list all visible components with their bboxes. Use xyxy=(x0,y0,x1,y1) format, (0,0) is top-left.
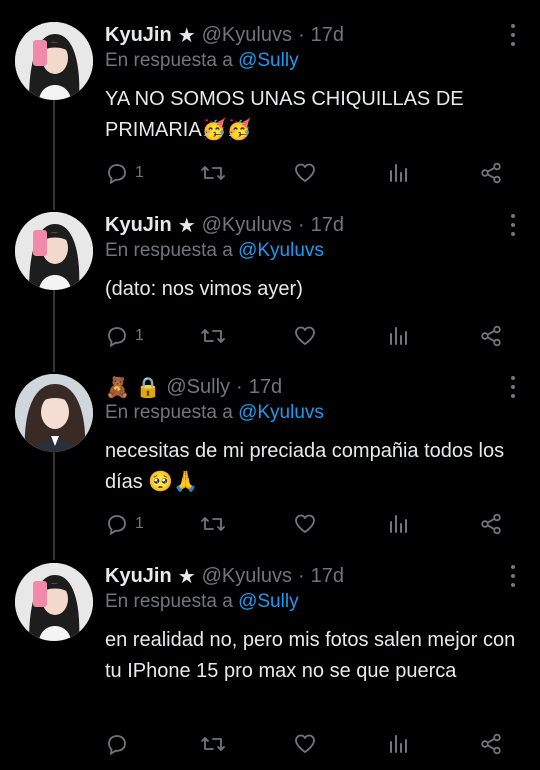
views-button[interactable] xyxy=(388,511,410,537)
reply-count: 1 xyxy=(135,515,144,532)
timestamp[interactable]: 17d xyxy=(311,214,344,237)
more-icon[interactable] xyxy=(510,376,516,398)
tweet-header: KyuJin ★ @Kyuluvs · 17d xyxy=(105,212,344,238)
reply-button[interactable] xyxy=(105,731,135,757)
avatar[interactable] xyxy=(15,563,93,641)
username-handle[interactable]: @Kyuluvs xyxy=(202,214,292,237)
name-emoji-icons[interactable]: 🧸 🔒 xyxy=(105,375,160,400)
reply-context: En respuesta a @Kyuluvs xyxy=(105,402,324,424)
separator-dot: · xyxy=(297,23,305,46)
share-icon xyxy=(481,513,501,535)
timestamp[interactable]: 17d xyxy=(311,24,344,47)
reply-prefix: En respuesta a xyxy=(105,240,233,261)
tweet[interactable]: KyuJin ★ @Kyuluvs · 17d En respuesta a @… xyxy=(0,563,540,758)
like-button[interactable] xyxy=(293,511,317,537)
tweet-actions: 1 xyxy=(105,323,515,349)
retweet-button[interactable] xyxy=(200,160,226,186)
reply-icon xyxy=(108,327,126,348)
reply-mention[interactable]: @Sully xyxy=(238,50,298,71)
share-button[interactable] xyxy=(479,511,503,537)
timestamp[interactable]: 17d xyxy=(249,376,282,399)
heart-icon xyxy=(295,734,315,753)
reply-mention[interactable]: @Sully xyxy=(238,591,298,612)
tweet-text: YA NO SOMOS UNAS CHIQUILLAS DE PRIMARIA🥳… xyxy=(105,88,464,141)
separator-dot: · xyxy=(297,213,305,236)
reply-mention[interactable]: @Kyuluvs xyxy=(238,240,324,261)
reply-icon xyxy=(108,515,126,536)
display-name[interactable]: KyuJin xyxy=(105,214,172,237)
reply-button[interactable]: 1 xyxy=(105,323,144,349)
tweet[interactable]: 🧸 🔒 @Sully · 17d En respuesta a @Kyuluvs… xyxy=(0,374,540,539)
views-icon xyxy=(390,164,407,182)
retweet-icon xyxy=(201,329,225,343)
star-icon: ★ xyxy=(177,24,196,47)
tweet-actions: 1 xyxy=(105,511,515,537)
share-button[interactable] xyxy=(479,323,503,349)
tweet-actions: 1 xyxy=(105,160,515,186)
retweet-button[interactable] xyxy=(200,731,226,757)
reply-context: En respuesta a @Kyuluvs xyxy=(105,240,324,262)
avatar[interactable] xyxy=(15,374,93,452)
timestamp[interactable]: 17d xyxy=(311,565,344,588)
like-button[interactable] xyxy=(293,731,317,757)
heart-icon xyxy=(295,514,315,533)
tweet-text: necesitas de mi preciada compañia todos … xyxy=(105,440,505,493)
reply-context: En respuesta a @Sully xyxy=(105,591,299,613)
reply-button[interactable]: 1 xyxy=(105,511,144,537)
tweet-header: KyuJin ★ @Kyuluvs · 17d xyxy=(105,563,344,589)
reply-icon xyxy=(108,164,126,185)
reply-context: En respuesta a @Sully xyxy=(105,50,299,72)
reply-prefix: En respuesta a xyxy=(105,402,233,423)
display-name[interactable]: KyuJin xyxy=(105,565,172,588)
more-icon[interactable] xyxy=(510,214,516,236)
views-button[interactable] xyxy=(388,160,410,186)
like-button[interactable] xyxy=(293,323,317,349)
reply-count: 1 xyxy=(135,164,144,181)
reply-prefix: En respuesta a xyxy=(105,50,233,71)
views-icon xyxy=(390,735,407,753)
star-icon: ★ xyxy=(177,214,196,237)
heart-icon xyxy=(295,163,315,182)
separator-dot: · xyxy=(297,564,305,587)
views-icon xyxy=(390,327,407,345)
views-button[interactable] xyxy=(388,731,410,757)
retweet-icon xyxy=(201,166,225,180)
reply-count: 1 xyxy=(135,327,144,344)
reply-icon xyxy=(108,735,126,756)
avatar[interactable] xyxy=(15,22,93,100)
retweet-button[interactable] xyxy=(200,323,226,349)
heart-icon xyxy=(295,326,315,345)
reply-mention[interactable]: @Kyuluvs xyxy=(238,402,324,423)
views-button[interactable] xyxy=(388,323,410,349)
tweet[interactable]: KyuJin ★ @Kyuluvs · 17d En respuesta a @… xyxy=(0,22,540,197)
separator-dot: · xyxy=(236,375,243,398)
username-handle[interactable]: @Kyuluvs xyxy=(202,24,292,47)
share-icon xyxy=(481,325,501,347)
retweet-icon xyxy=(201,517,225,531)
username-handle[interactable]: @Sully xyxy=(166,376,230,399)
star-icon: ★ xyxy=(177,565,196,588)
share-button[interactable] xyxy=(479,731,503,757)
retweet-button[interactable] xyxy=(200,511,226,537)
username-handle[interactable]: @Kyuluvs xyxy=(202,565,292,588)
more-icon[interactable] xyxy=(510,565,516,587)
share-button[interactable] xyxy=(479,160,503,186)
like-button[interactable] xyxy=(293,160,317,186)
reply-button[interactable]: 1 xyxy=(105,160,144,186)
tweet-header: KyuJin ★ @Kyuluvs · 17d xyxy=(105,22,344,48)
avatar[interactable] xyxy=(15,212,93,290)
tweet[interactable]: KyuJin ★ @Kyuluvs · 17d En respuesta a @… xyxy=(0,212,540,362)
tweet-text: en realidad no, pero mis fotos salen mej… xyxy=(105,629,516,682)
share-icon xyxy=(481,733,501,755)
tweet-text: (dato: nos vimos ayer) xyxy=(105,278,303,300)
retweet-icon xyxy=(201,737,225,751)
reply-prefix: En respuesta a xyxy=(105,591,233,612)
tweet-header: 🧸 🔒 @Sully · 17d xyxy=(105,374,282,400)
more-icon[interactable] xyxy=(510,24,516,46)
tweet-actions xyxy=(105,731,515,757)
views-icon xyxy=(390,515,407,533)
display-name[interactable]: KyuJin xyxy=(105,24,172,47)
share-icon xyxy=(481,162,501,184)
